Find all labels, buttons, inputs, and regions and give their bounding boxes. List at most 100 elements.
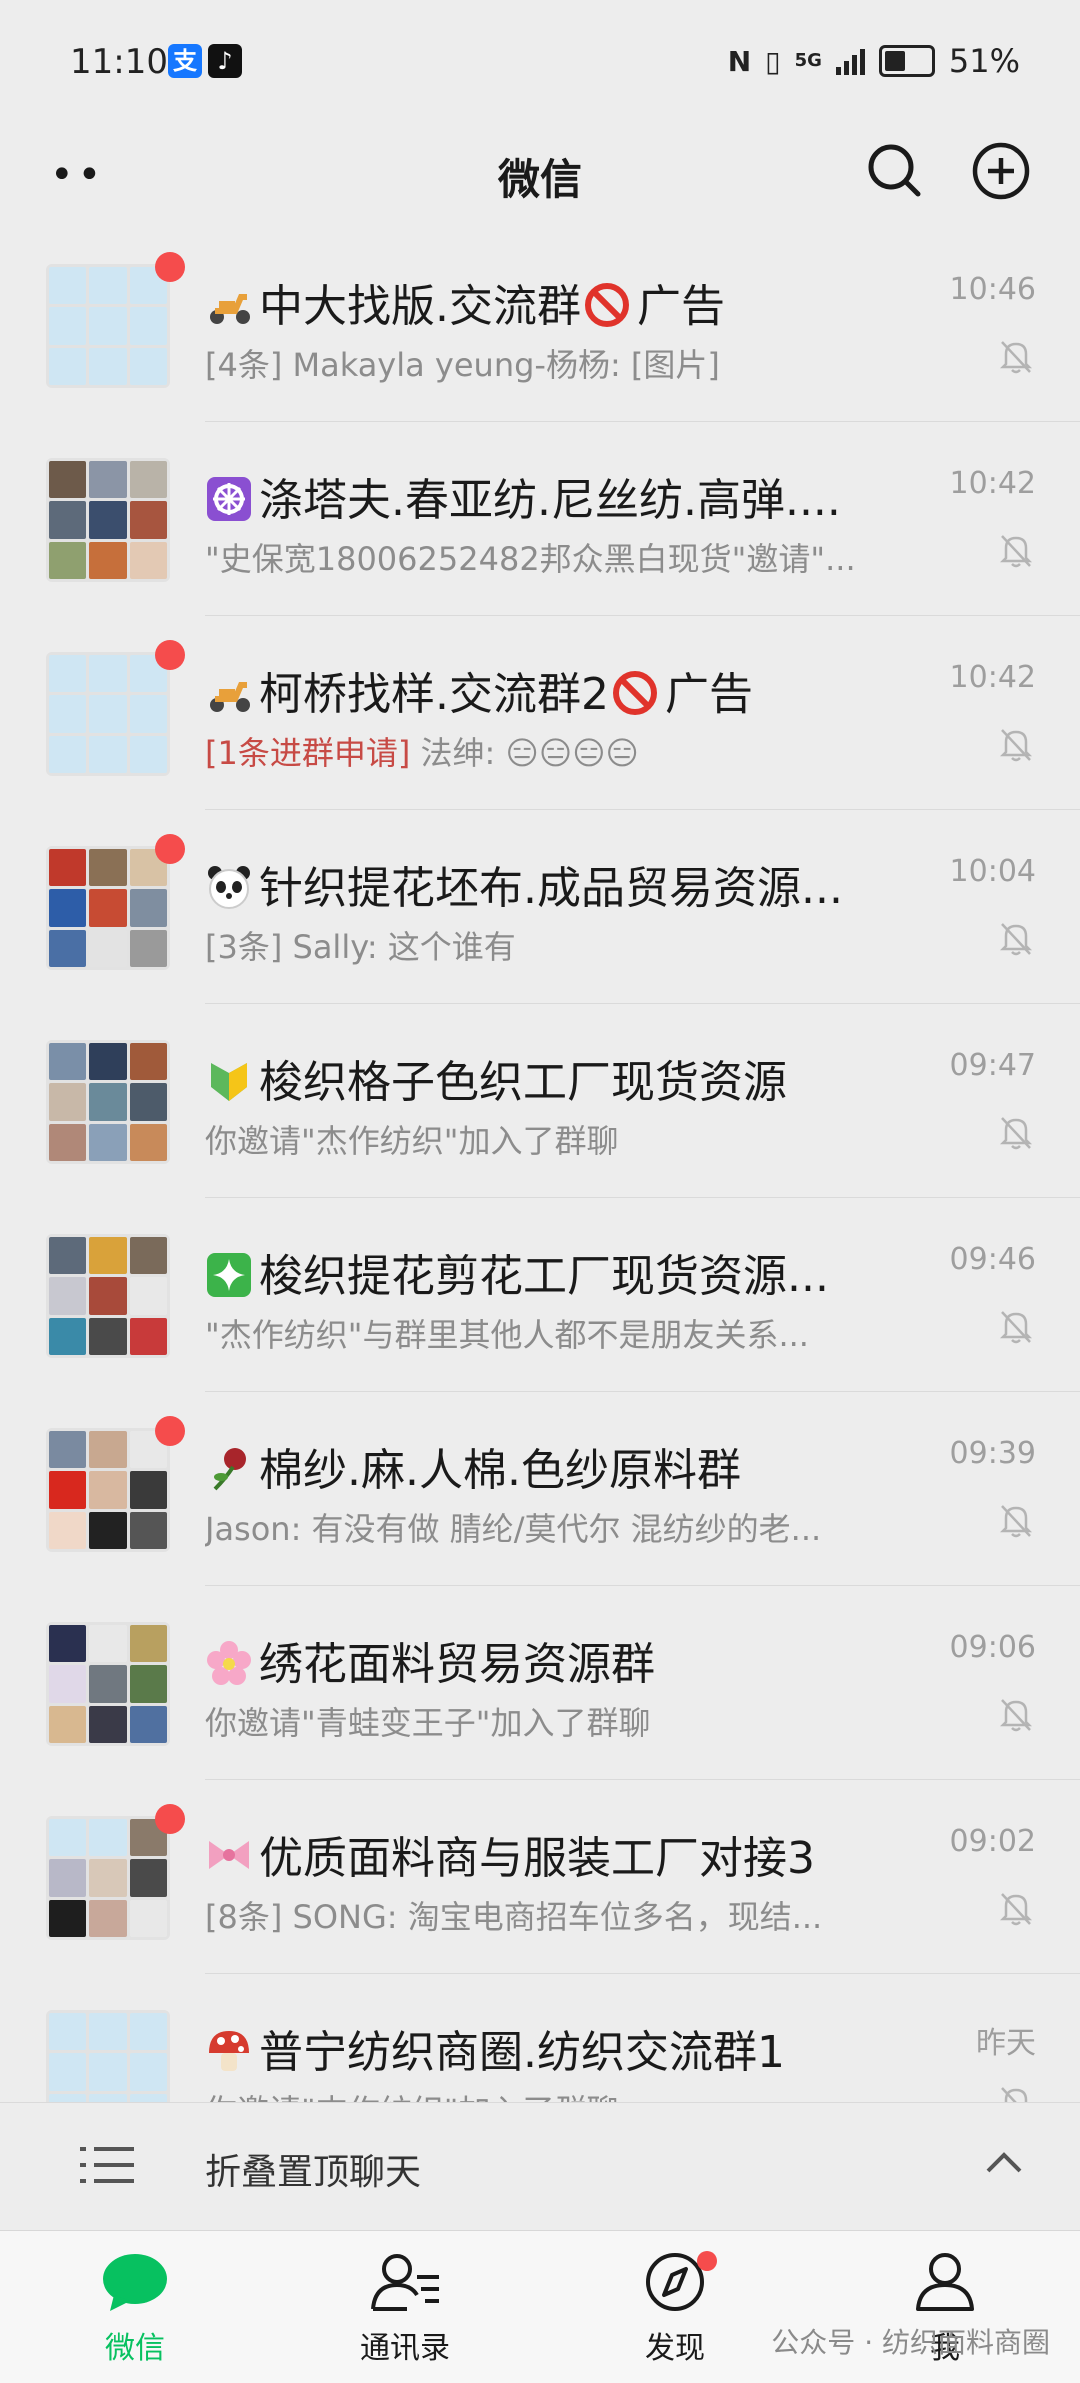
chat-name: 针织提花坯布.成品贸易资源...: [205, 852, 845, 916]
chat-time: 09:02: [949, 1824, 1036, 1859]
alipay-icon: 支: [168, 44, 202, 78]
network-type: 5G: [794, 50, 822, 71]
chat-list[interactable]: 中大找版.交流群 广告 [4条] Makayla yeung-杨杨: [图片] 10:…: [0, 228, 1080, 2102]
chat-preview: "史保宽18006252482邦众黑白现货"邀请"...: [205, 534, 885, 580]
mute-bell-icon: [1001, 2087, 1028, 2102]
mute-bell-icon: [999, 923, 1033, 956]
group-avatar: [46, 1622, 170, 1746]
chat-preview: "杰作纺织"与群里其他人都不是朋友关系...: [205, 1310, 885, 1356]
preview-text: "史保宽18006252482邦众黑白现货"邀请"...: [205, 540, 856, 578]
battery-icon: [878, 45, 935, 77]
rose-icon: [213, 1448, 246, 1491]
mushroom-icon: [209, 2031, 249, 2071]
chat-time: 09:46: [949, 1242, 1036, 1277]
search-icon[interactable]: [860, 136, 930, 206]
group-avatar: [46, 1428, 170, 1552]
chevron-up-icon[interactable]: [984, 2147, 1024, 2177]
signal-icon: [835, 47, 865, 75]
chat-name-text: 中大找版.交流群: [259, 281, 581, 332]
person-icon: [916, 2253, 974, 2311]
group-avatar: [46, 1040, 170, 1164]
chat-name-text: 绣花面料贸易资源群: [259, 1639, 655, 1690]
chat-row[interactable]: 梭织提花剪花工厂现货资源... "杰作纺织"与群里其他人都不是朋友关系... 09:…: [0, 1198, 1080, 1392]
tiktok-icon: ♪: [208, 44, 242, 78]
chat-preview: [3条] Sally: 这个谁有: [205, 922, 885, 968]
sparkle-icon: [207, 1253, 251, 1297]
chat-time: 昨天: [976, 2026, 1036, 2061]
nfc-icon: N: [727, 44, 752, 78]
no-entry-icon: [612, 671, 657, 715]
nav-label: 发现: [645, 2331, 705, 2366]
chat-row[interactable]: 涤塔夫.春亚纺.尼丝纺.高弹.... "史保宽18006252482邦众黑白现货"…: [0, 422, 1080, 616]
chat-row[interactable]: 梭织格子色织工厂现货资源你邀请"杰作纺织"加入了群聊 09:47: [0, 1004, 1080, 1198]
top-bar: •• 微信: [0, 120, 1080, 228]
chat-time: 09:47: [949, 1048, 1036, 1083]
preview-text: [3条] Sally: 这个谁有: [205, 928, 516, 966]
nav-label: 微信: [105, 2331, 165, 2366]
vibrate-icon: ▯: [765, 44, 781, 78]
battery-percent: 51%: [948, 42, 1020, 80]
bottom-nav: 微信 通讯录 发现 我 公众号 · 纺织面料商圈: [0, 2230, 1080, 2383]
chat-row[interactable]: 普宁纺织商圈.纺织交流群1 你邀请"杰作纺织"加入了群聊 昨天: [0, 1974, 1080, 2102]
unread-dot: [155, 1804, 185, 1834]
chat-bubble-icon: [103, 2254, 167, 2311]
chat-preview: Jason: 有没有做 腈纶/莫代尔 混纺纱的老...: [205, 1504, 885, 1550]
nav-tab-contacts[interactable]: 通讯录: [315, 2251, 495, 2367]
preview-text: [8条] SONG: 淘宝电商招车位多名，现结...: [205, 1898, 823, 1936]
chat-name: 普宁纺织商圈.纺织交流群1: [205, 2016, 845, 2080]
mute-bell-icon: [999, 1505, 1033, 1538]
chat-name-suffix: 广告: [664, 669, 753, 720]
chat-time: 10:46: [949, 272, 1036, 307]
chat-time: 10:42: [949, 466, 1036, 501]
wheel-icon: [207, 477, 251, 521]
fold-pinned-bar[interactable]: 折叠置顶聊天: [0, 2102, 1080, 2231]
add-plus-icon[interactable]: [966, 136, 1036, 206]
chat-preview: [4条] Makayla yeung-杨杨: [图片]: [205, 340, 885, 386]
mute-bell-icon: [999, 1699, 1033, 1732]
chat-row[interactable]: 棉纱.麻.人棉.色纱原料群 Jason: 有没有做 腈纶/莫代尔 混纺纱的老...…: [0, 1392, 1080, 1586]
chat-row[interactable]: 优质面料商与服装工厂对接3 [8条] SONG: 淘宝电商招车位多名，现结... 0…: [0, 1780, 1080, 1974]
leaf-badge-icon: [211, 1063, 247, 1101]
chat-name: 优质面料商与服装工厂对接3: [205, 1822, 845, 1886]
chat-time: 10:04: [949, 854, 1036, 889]
mute-bell-icon: [999, 729, 1033, 762]
status-right: N ▯ 5G 51%: [728, 42, 1020, 80]
chat-row[interactable]: 针织提花坯布.成品贸易资源... [3条] Sally: 这个谁有 10:04: [0, 810, 1080, 1004]
preview-text: "杰作纺织"与群里其他人都不是朋友关系...: [205, 1316, 809, 1354]
preview-text: Jason: 有没有做 腈纶/莫代尔 混纺纱的老...: [205, 1510, 822, 1548]
group-avatar: [46, 846, 170, 970]
chat-time: 10:42: [949, 660, 1036, 695]
chat-name-text: 梭织提花剪花工厂现货资源...: [259, 1251, 829, 1302]
preview-text: 你邀请"杰作纺织"加入了群聊: [205, 1122, 619, 1160]
chat-name-text: 梭织格子色织工厂现货资源: [259, 1057, 787, 1108]
group-avatar: [46, 2010, 170, 2102]
group-avatar: [46, 1234, 170, 1358]
unread-dot: [155, 640, 185, 670]
discover-badge: [697, 2251, 717, 2271]
nav-label: 通讯录: [360, 2331, 450, 2366]
preview-text: 法绅: 😑😑😑😑: [410, 734, 639, 772]
mute-bell-icon: [999, 1311, 1033, 1344]
nav-tab-discover[interactable]: 发现: [585, 2251, 765, 2367]
chat-name-text: 优质面料商与服装工厂对接3: [259, 1833, 815, 1884]
preview-tag: [1条进群申请]: [205, 734, 411, 772]
ribbon-icon: [209, 1841, 249, 1869]
chat-row[interactable]: 绣花面料贸易资源群 你邀请"青蛙变王子"加入了群聊 09:06: [0, 1586, 1080, 1780]
chat-row[interactable]: 中大找版.交流群 广告 [4条] Makayla yeung-杨杨: [图片] 10:…: [0, 228, 1080, 422]
chat-name: 中大找版.交流群 广告: [205, 270, 845, 334]
unread-dot: [155, 252, 185, 282]
group-avatar: [46, 1816, 170, 1940]
mute-bell-icon: [999, 535, 1033, 568]
group-avatar: [46, 458, 170, 582]
chat-preview: 你邀请"杰作纺织"加入了群聊: [205, 2086, 885, 2102]
chat-preview: 你邀请"青蛙变王子"加入了群聊: [205, 1698, 885, 1744]
contacts-icon: [371, 2254, 439, 2311]
chat-name: 棉纱.麻.人棉.色纱原料群: [205, 1434, 845, 1498]
chat-time: 09:39: [949, 1436, 1036, 1471]
chat-name: 柯桥找样.交流群2 广告: [205, 658, 845, 722]
chat-row[interactable]: 柯桥找样.交流群2 广告 [1条进群申请] 法绅: 😑😑😑😑 10:42: [0, 616, 1080, 810]
no-entry-icon: [585, 283, 629, 327]
chat-name-text: 棉纱.麻.人棉.色纱原料群: [259, 1445, 741, 1496]
nav-tab-chats[interactable]: 微信: [45, 2251, 225, 2367]
scooter-icon: [210, 294, 250, 324]
